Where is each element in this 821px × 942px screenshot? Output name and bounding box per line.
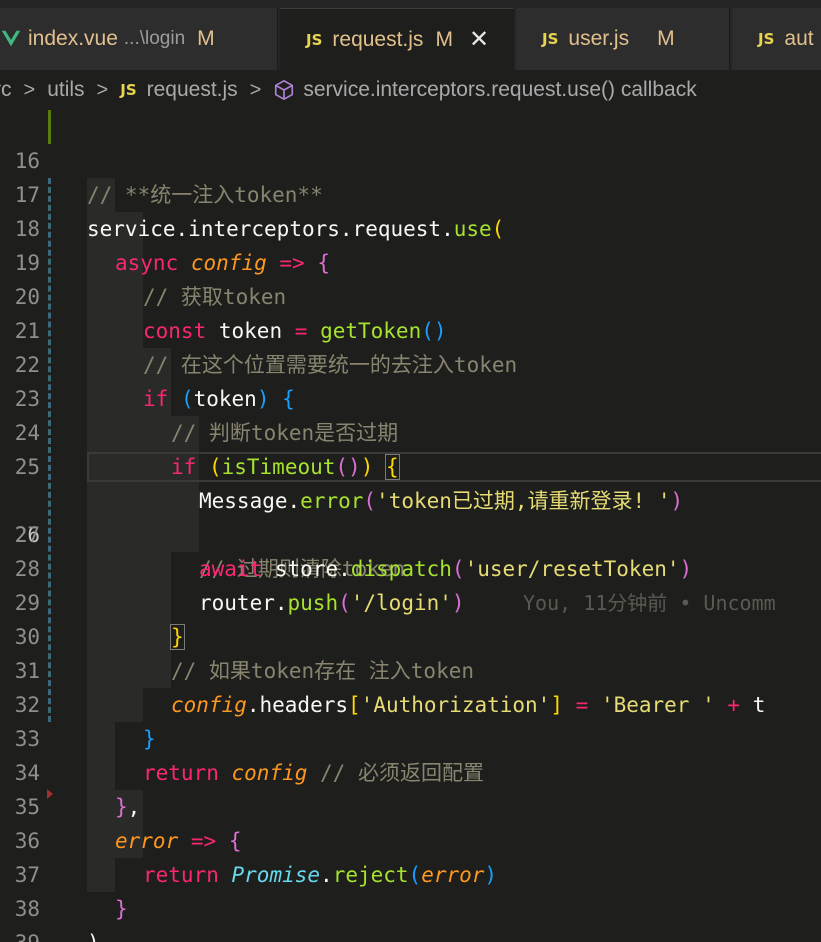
- chevron-right-icon: >: [249, 78, 262, 101]
- code-line: 34 },: [0, 722, 821, 819]
- chevron-right-icon: >: [96, 78, 109, 101]
- tab-label: index.vue: [28, 27, 118, 50]
- code-line: 17 service.interceptors.request.use(: [0, 144, 821, 241]
- code-line: 36 return Promise.reject(error): [0, 790, 821, 887]
- breadcrumb-utils[interactable]: utils: [47, 78, 84, 102]
- code-line: 37 }: [0, 824, 821, 921]
- modified-badge: M: [657, 27, 675, 50]
- chevron-right-icon: >: [23, 78, 36, 101]
- code-line: 25 Message.error('token已过期,请重新登录! '): [0, 416, 821, 513]
- tab-dir: ...\login: [123, 28, 186, 49]
- code-line: 29 }: [0, 552, 821, 650]
- current-line-highlight: [87, 452, 821, 482]
- code-line: 16 // **统一注入token**: [0, 110, 821, 207]
- code-line-current: 26 // 过期则清除token You, 11分钟前 • Uncomm: [0, 450, 821, 615]
- code-line: 33 return config // 必须返回配置: [0, 688, 821, 785]
- tab-label: aut: [784, 27, 814, 50]
- tab-aut[interactable]: JS aut: [732, 8, 821, 70]
- tab-user-js[interactable]: JS user.js M: [516, 8, 730, 70]
- breadcrumb-src[interactable]: rc: [0, 78, 12, 102]
- tab-label: request.js: [332, 27, 424, 51]
- code-line: 27 await store.dispatch('user/resetToken…: [0, 484, 821, 581]
- line-number: 39: [0, 926, 40, 942]
- code-line: 39: [0, 892, 821, 942]
- tab-request-js[interactable]: JS request.js M ✕: [280, 8, 514, 70]
- code-line: 24 if (isTimeout()) {: [0, 382, 821, 480]
- code-line: 22 if (token) {: [0, 314, 821, 411]
- bracket: ): [87, 931, 100, 942]
- code-line: 21 // 在这个位置需要统一的去注入token: [0, 280, 821, 377]
- code-line: 23 // 判断token是否过期: [0, 348, 821, 445]
- editor-tab-bar: index.vue ...\login M JS request.js M ✕ …: [0, 0, 821, 70]
- vue-icon: [1, 30, 21, 47]
- code-line: 28 router.push('/login'): [0, 518, 821, 615]
- code-line: 19 // 获取token: [0, 212, 821, 309]
- code-line: 20 const token = getToken(): [0, 246, 821, 343]
- code-text: ): [87, 926, 100, 942]
- code-line: 31 config.headers['Authorization'] = 'Be…: [0, 620, 821, 717]
- modified-badge: M: [435, 27, 453, 51]
- breadcrumb-file[interactable]: request.js: [147, 78, 238, 102]
- js-icon: JS: [306, 30, 323, 49]
- code-line: 32 }: [0, 654, 821, 751]
- code-line: 30 // 如果token存在 注入token: [0, 586, 821, 683]
- code-line: 35 error => {: [0, 756, 821, 853]
- breadcrumb: rc > utils > JS request.js > service.int…: [0, 70, 815, 110]
- fold-arrow-icon[interactable]: [46, 788, 54, 800]
- code-line: 18 async config => {: [0, 178, 821, 275]
- method-cube-icon: [275, 80, 294, 100]
- code-editor[interactable]: 16 // **统一注入token** 17 service.intercept…: [0, 110, 821, 942]
- js-icon: JS: [542, 30, 559, 48]
- code-line: 38 ): [0, 858, 821, 942]
- tab-index-vue[interactable]: index.vue ...\login M: [0, 8, 278, 70]
- close-icon[interactable]: ✕: [469, 25, 489, 54]
- breadcrumb-symbol[interactable]: service.interceptors.request.use() callb…: [303, 78, 696, 102]
- tab-label: user.js: [568, 27, 630, 50]
- js-icon: JS: [758, 30, 775, 48]
- js-icon: JS: [120, 81, 137, 99]
- modified-badge: M: [197, 27, 215, 50]
